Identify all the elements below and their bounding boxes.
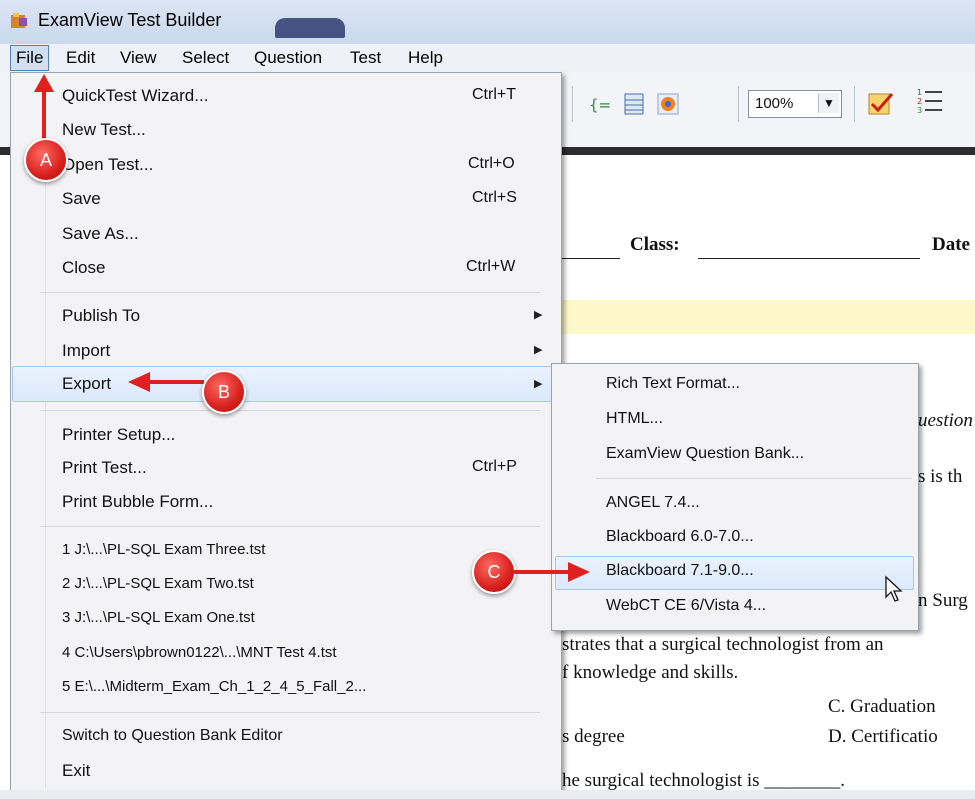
answer-choice: C. Graduation: [828, 696, 936, 717]
instruction-band: [560, 300, 975, 334]
submenu-arrow-icon: ▶: [534, 344, 543, 356]
menu-item-close[interactable]: Close: [62, 258, 105, 278]
menu-item-quicktest-wizard[interactable]: QuickTest Wizard...: [62, 86, 208, 106]
export-webct[interactable]: WebCT CE 6/Vista 4...: [606, 597, 766, 615]
arrow-head-icon: [34, 74, 54, 92]
menu-separator: [40, 712, 540, 713]
shortcut-label: Ctrl+T: [472, 86, 516, 103]
answer-choice: D. Certificatio: [828, 726, 938, 747]
menu-item-print-test[interactable]: Print Test...: [62, 458, 147, 478]
shortcut-label: Ctrl+S: [472, 189, 517, 206]
mouse-cursor-icon: [885, 575, 903, 602]
title-decoration: [275, 18, 345, 38]
doc-text: f knowledge and skills.: [562, 662, 739, 683]
recent-file-item[interactable]: 2 J:\...\PL-SQL Exam Two.tst: [62, 575, 254, 592]
doc-text: strates that a surgical technologist fro…: [562, 634, 884, 655]
export-blackboard-6[interactable]: Blackboard 6.0-7.0...: [606, 528, 754, 546]
shortcut-label: Ctrl+O: [468, 155, 515, 172]
submenu-arrow-icon: ▶: [534, 309, 543, 321]
annotation-badge-c: C: [472, 550, 516, 594]
menu-item-export[interactable]: Export: [62, 374, 111, 394]
annotation-badge-b: B: [202, 370, 246, 414]
export-blackboard-7[interactable]: Blackboard 7.1-9.0...: [606, 562, 754, 580]
menu-test[interactable]: Test: [350, 48, 381, 68]
menu-bar: File Edit View Select Question Test Help: [0, 44, 975, 73]
doc-text: uestion: [918, 410, 973, 431]
menu-item-printer-setup[interactable]: Printer Setup...: [62, 425, 175, 445]
answer-choice: s degree: [562, 726, 625, 747]
export-angel[interactable]: ANGEL 7.4...: [606, 494, 700, 512]
menu-item-publish-to[interactable]: Publish To: [62, 306, 140, 326]
menu-item-print-bubble-form[interactable]: Print Bubble Form...: [62, 492, 213, 512]
menu-question[interactable]: Question: [254, 48, 322, 68]
svg-text:3: 3: [917, 106, 922, 115]
arrow-head-icon: [568, 562, 590, 582]
date-label: Date: [932, 234, 970, 255]
export-question-bank[interactable]: ExamView Question Bank...: [606, 445, 804, 463]
menu-separator: [40, 410, 540, 411]
menu-item-open-test[interactable]: Open Test...: [62, 155, 153, 175]
menu-item-import[interactable]: Import: [62, 341, 110, 361]
doc-text: n Surg: [918, 590, 968, 611]
menu-separator: [596, 478, 912, 479]
export-rich-text[interactable]: Rich Text Format...: [606, 375, 740, 393]
shortcut-label: Ctrl+W: [466, 258, 516, 275]
window-title: ExamView Test Builder: [38, 10, 222, 30]
menu-file[interactable]: File: [10, 45, 50, 71]
recent-file-item[interactable]: 4 C:\Users\pbrown0122\...\MNT Test 4.tst: [62, 644, 337, 661]
menu-item-new-test[interactable]: New Test...: [62, 120, 146, 140]
annotation-arrow: [42, 90, 46, 140]
menu-item-switch-editor[interactable]: Switch to Question Bank Editor: [62, 727, 283, 745]
menu-item-save[interactable]: Save: [62, 189, 101, 209]
doc-text: he surgical technologist is ________.: [562, 770, 846, 791]
menu-help[interactable]: Help: [408, 48, 443, 68]
submenu-arrow-icon: ▶: [534, 378, 543, 390]
annotation-badge-a: A: [24, 138, 68, 182]
export-html[interactable]: HTML...: [606, 410, 663, 428]
menu-view[interactable]: View: [120, 48, 157, 68]
menu-separator: [40, 292, 540, 293]
menu-separator: [40, 526, 540, 527]
menu-item-save-as[interactable]: Save As...: [62, 224, 139, 244]
menu-edit[interactable]: Edit: [66, 48, 95, 68]
menu-select[interactable]: Select: [182, 48, 229, 68]
annotation-arrow: [148, 380, 204, 384]
class-label: Class:: [630, 234, 680, 255]
app-icon: [11, 13, 27, 28]
annotation-arrow: [514, 570, 570, 574]
recent-file-item[interactable]: 3 J:\...\PL-SQL Exam One.tst: [62, 609, 255, 626]
status-bar: [0, 790, 975, 799]
menu-item-exit[interactable]: Exit: [62, 761, 90, 781]
recent-file-item[interactable]: 5 E:\...\Midterm_Exam_Ch_1_2_4_5_Fall_2.…: [62, 678, 366, 695]
arrow-head-icon: [128, 372, 150, 392]
recent-file-item[interactable]: 1 J:\...\PL-SQL Exam Three.tst: [62, 541, 265, 558]
